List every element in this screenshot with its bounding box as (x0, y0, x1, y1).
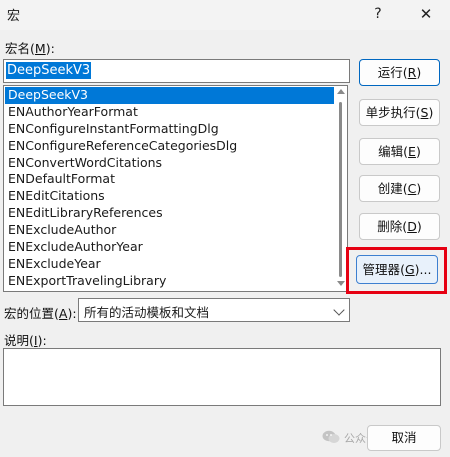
macro-list-item[interactable]: ENEditCitations (5, 188, 334, 205)
macro-list-items: DeepSeekV3 ENAuthorYearFormat ENConfigureI… (5, 87, 334, 290)
macro-list-item[interactable]: ENConfigureReferenceCategoriesDlg (5, 138, 334, 155)
macro-list-item[interactable]: ENConvertWordCitations (5, 155, 334, 172)
macro-location-value: 所有的活动模板和文档 (84, 305, 210, 320)
macro-name-label: 宏名(M): (5, 41, 55, 56)
help-button[interactable]: ? (366, 3, 390, 25)
macro-list-item[interactable]: ENExcludeYear (5, 256, 334, 273)
run-button[interactable]: 运行(R) (359, 59, 440, 86)
scroll-down-icon[interactable] (337, 281, 345, 286)
macro-list-item[interactable]: ENEditLibraryReferences (5, 205, 334, 222)
macro-list-item[interactable]: ENAuthorYearFormat (5, 104, 334, 121)
scroll-thumb[interactable] (339, 102, 342, 277)
macro-list-item[interactable]: ENExcludeAuthorYear (5, 239, 334, 256)
description-box (3, 348, 441, 406)
macro-list[interactable]: DeepSeekV3 ENAuthorYearFormat ENConfigureI… (3, 85, 348, 292)
step-into-button[interactable]: 单步执行(S) (359, 99, 440, 126)
edit-button[interactable]: 编辑(E) (359, 138, 440, 165)
wechat-icon (322, 430, 340, 443)
macro-list-item[interactable]: ENExportTravelingLibrary (5, 273, 334, 290)
macro-list-item[interactable]: DeepSeekV3 (5, 87, 334, 104)
delete-button[interactable]: 删除(D) (359, 213, 440, 240)
description-label: 说明(I): (4, 333, 47, 348)
macro-name-input[interactable]: DeepSeekV3 (3, 59, 350, 83)
macro-name-value: DeepSeekV3 (6, 62, 92, 79)
scroll-up-icon[interactable] (337, 89, 345, 94)
macro-list-item[interactable]: ENExcludeAuthor (5, 222, 334, 239)
close-button[interactable]: ✕ (414, 3, 438, 25)
organizer-button[interactable]: 管理器(G)... (356, 255, 438, 284)
macro-location-label: 宏的位置(A): (4, 306, 77, 321)
macro-location-select[interactable]: 所有的活动模板和文档 (78, 298, 350, 322)
macro-list-item[interactable]: ENDefaultFormat (5, 171, 334, 188)
cancel-button[interactable]: 取消 (367, 425, 441, 451)
title-bar: 宏 ? ✕ (0, 0, 450, 30)
window-title: 宏 (7, 9, 21, 24)
create-button[interactable]: 创建(C) (359, 175, 440, 202)
macro-list-item[interactable]: ENConfigureInstantFormattingDlg (5, 121, 334, 138)
